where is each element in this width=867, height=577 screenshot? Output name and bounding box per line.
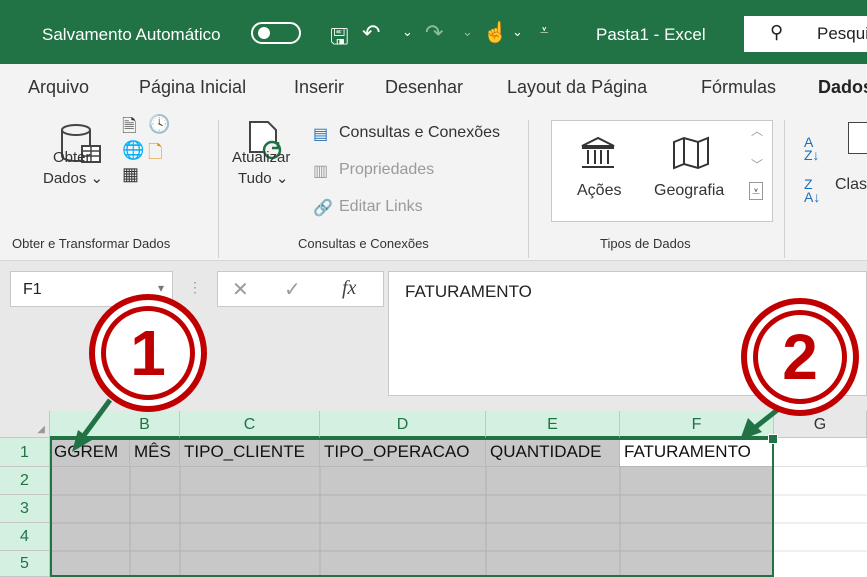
step-2-number: 2 (753, 310, 847, 404)
step-2-badge: 2 (741, 298, 859, 416)
annotation-arrows (72, 398, 792, 452)
step-1-number: 1 (101, 306, 195, 400)
step-1-badge: 1 (89, 294, 207, 412)
